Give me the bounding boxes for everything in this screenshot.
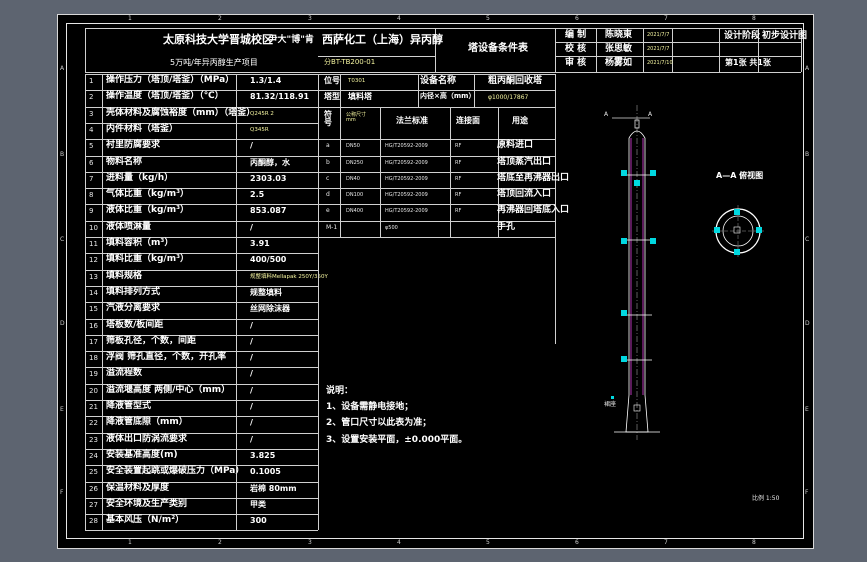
nozzle-marker-5 [650,238,656,244]
section-nozzle-1 [714,227,720,233]
manway-marker [634,180,640,186]
section-nozzle-2 [756,227,762,233]
section-nozzle-0 [734,209,740,215]
nozzle-marker-0 [621,170,627,176]
section-nozzle-3 [734,249,740,255]
nozzle-marker-2 [621,310,627,316]
section-center [733,226,741,234]
tower-drawing [611,105,764,440]
nozzle-marker-4 [650,170,656,176]
nozzle-marker-1 [621,238,627,244]
skirt-marker [611,396,614,399]
nozzle-marker-3 [621,356,627,362]
